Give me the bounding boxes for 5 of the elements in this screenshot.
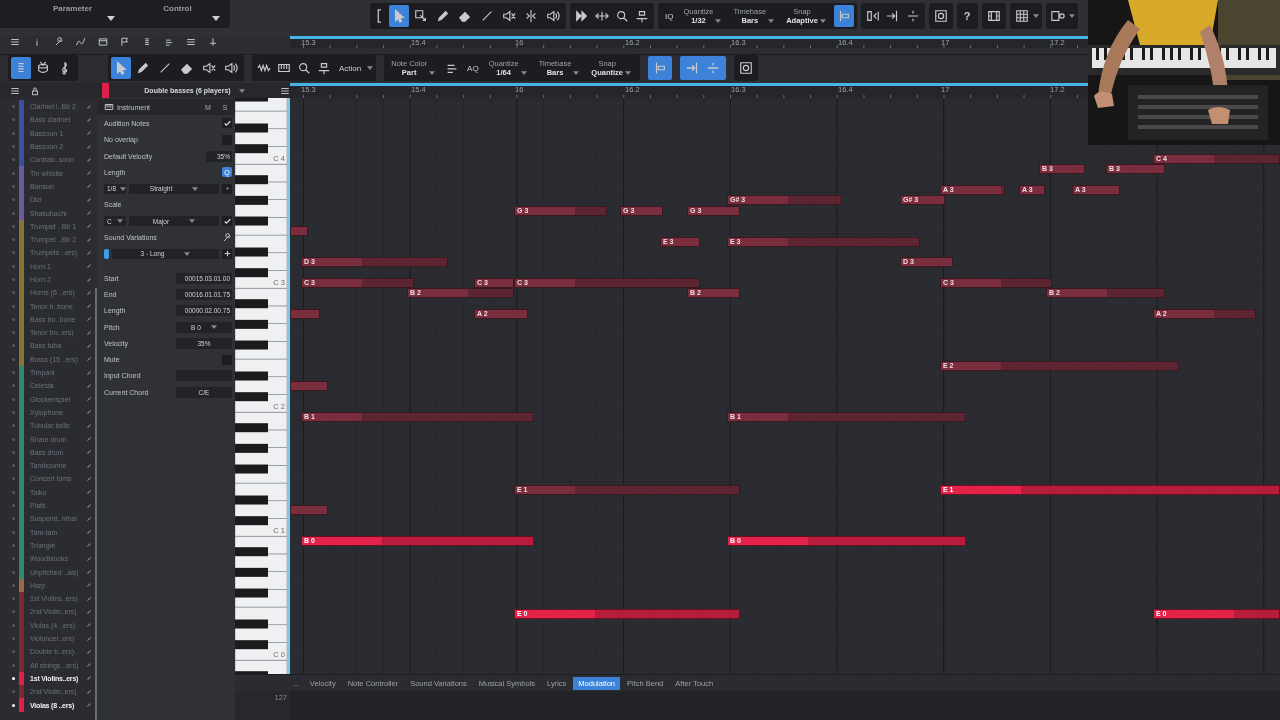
aq-button[interactable]: AQ [463,63,483,73]
parameter-label: Parameter [52,4,93,13]
control-label: Control [163,4,192,13]
iq-button[interactable]: IQ [661,11,678,21]
action-menu-button[interactable]: Action [335,63,366,73]
